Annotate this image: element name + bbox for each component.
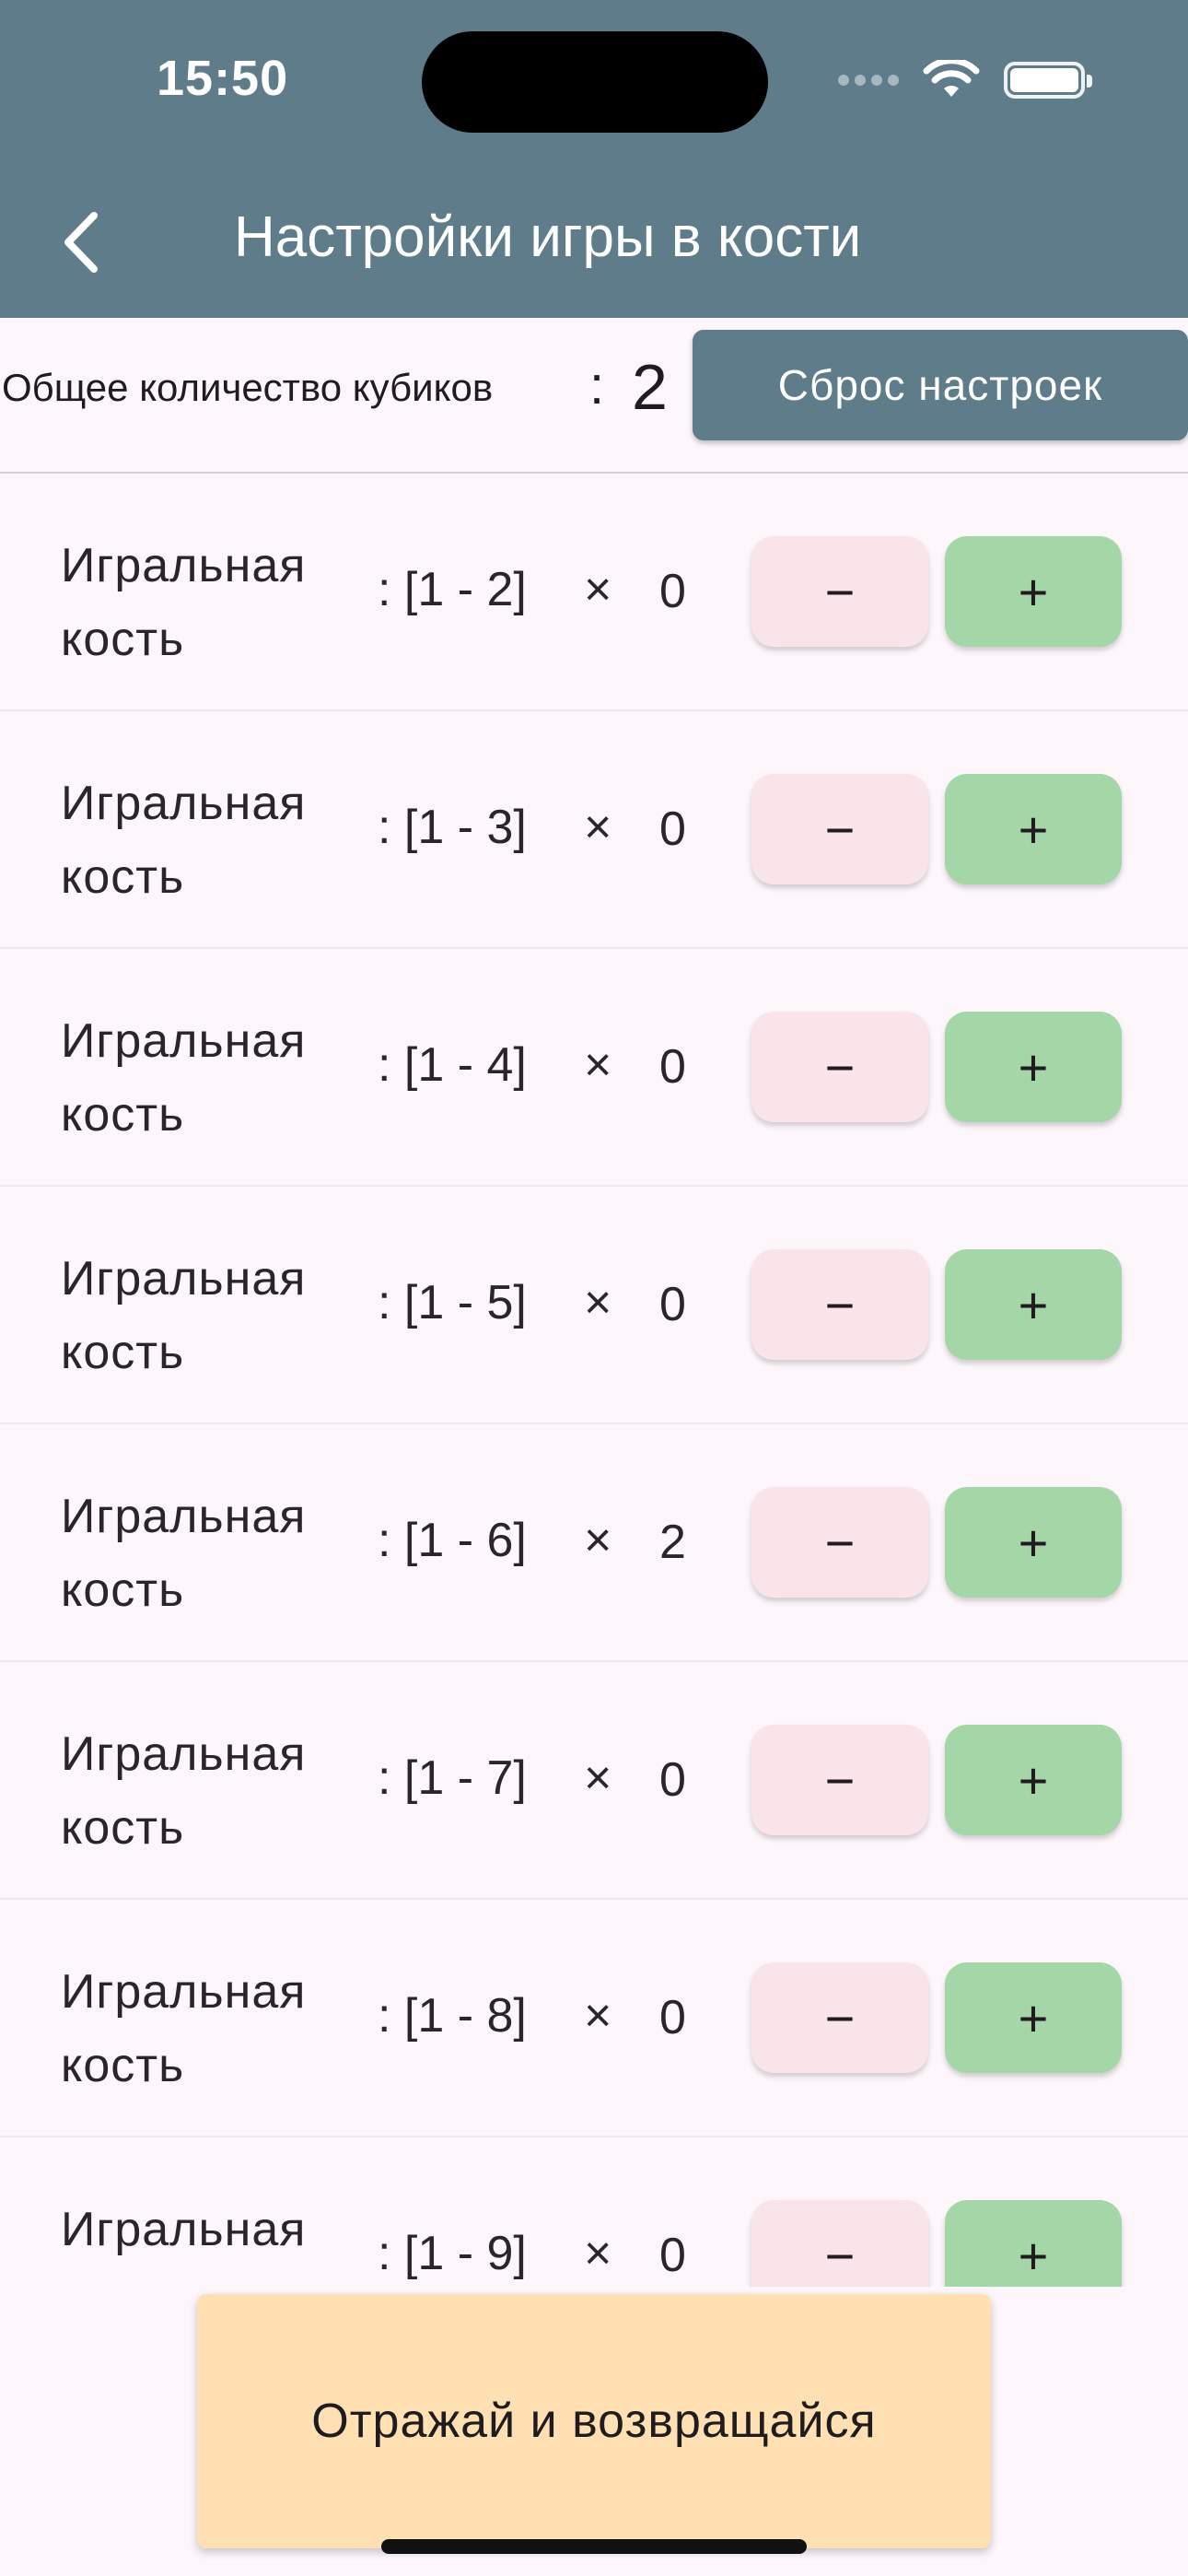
decrement-button[interactable]: − — [751, 1487, 928, 1598]
app-bar: 15:50 Настройки игры в кости — [0, 0, 1188, 318]
dice-count: 0 — [659, 802, 686, 856]
dice-range: : [1 - 2] — [378, 563, 527, 616]
increment-button[interactable]: + — [945, 1962, 1122, 2073]
decrement-button[interactable]: − — [751, 1962, 928, 2073]
dice-row: Игральнаякость : [1 - 9] × 0 − + — [0, 2137, 1188, 2287]
dice-label: Игральнаякость — [61, 1014, 307, 1142]
decrement-button[interactable]: − — [751, 536, 928, 647]
dice-list[interactable]: Игральная кость : [1 - 2] × 0 − + Игральн… — [0, 474, 1188, 2287]
times-sign: × — [584, 801, 612, 854]
chevron-left-icon — [64, 212, 98, 273]
dice-row: Игральная кость : [1 - 3] × 0 − + — [0, 711, 1188, 949]
decrement-button[interactable]: − — [751, 1249, 928, 1360]
increment-button[interactable]: + — [945, 1012, 1122, 1122]
dice-label: Игральнаякость — [61, 1490, 307, 1617]
increment-button[interactable]: + — [945, 774, 1122, 884]
dice-range: : [1 - 3] — [378, 801, 527, 854]
dice-count: 0 — [659, 1991, 686, 2044]
dice-count: 0 — [659, 1753, 686, 1807]
screen: 15:50 Настройки игры в кости Общее колич… — [0, 0, 1188, 2576]
decrement-button[interactable]: − — [751, 774, 928, 884]
decrement-button[interactable]: − — [751, 1012, 928, 1122]
total-dice-label: Общее количество кубиков — [2, 366, 494, 409]
battery-icon — [1004, 62, 1092, 99]
status-icons — [838, 57, 1092, 103]
times-sign: × — [584, 563, 612, 616]
dice-row: Игральная кость : [1 - 4] × 0 − + — [0, 949, 1188, 1187]
reflect-and-return-button[interactable]: Отражай и возвращайся — [197, 2294, 991, 2548]
dice-range: : [1 - 6] — [378, 1514, 527, 1567]
status-time: 15:50 — [157, 51, 289, 106]
decrement-button[interactable]: − — [751, 2200, 928, 2287]
home-indicator[interactable] — [381, 2539, 807, 2554]
dice-row: Игральная кость : [1 - 8] × 0 − + — [0, 1900, 1188, 2137]
dice-label: Игральнаякость — [61, 539, 307, 666]
dice-range: : [1 - 5] — [378, 1276, 527, 1329]
back-button[interactable] — [48, 201, 112, 284]
dice-row: Игральная кость : [1 - 7] × 0 − + — [0, 1662, 1188, 1900]
dice-range: : [1 - 7] — [378, 1751, 527, 1805]
dice-label: Игральнаякость — [61, 777, 307, 904]
dynamic-island — [422, 31, 768, 133]
dice-row: Игральная кость : [1 - 2] × 0 − + — [0, 474, 1188, 711]
dice-row: Игральная кость : [1 - 6] × 2 − + — [0, 1424, 1188, 1662]
decrement-button[interactable]: − — [751, 1725, 928, 1835]
times-sign: × — [584, 1751, 612, 1805]
dice-label: Игральнаякость — [61, 2203, 307, 2287]
signal-icon — [838, 75, 899, 86]
total-dice-count: 2 — [632, 351, 668, 423]
dice-count: 0 — [659, 2229, 686, 2282]
increment-button[interactable]: + — [945, 1249, 1122, 1360]
dice-count: 0 — [659, 1040, 686, 1094]
dice-range: : [1 - 9] — [378, 2227, 527, 2280]
increment-button[interactable]: + — [945, 1725, 1122, 1835]
dice-range: : [1 - 4] — [378, 1038, 527, 1092]
times-sign: × — [584, 1276, 612, 1329]
wifi-icon — [923, 60, 980, 97]
dice-count: 0 — [659, 1278, 686, 1331]
total-dice-colon: : — [589, 356, 605, 416]
reset-settings-button[interactable]: Сброс настроек — [693, 330, 1188, 440]
dice-count: 0 — [659, 565, 686, 618]
dice-row: Игральная кость : [1 - 5] × 0 − + — [0, 1187, 1188, 1424]
times-sign: × — [584, 1038, 612, 1092]
increment-button[interactable]: + — [945, 536, 1122, 647]
dice-range: : [1 - 8] — [378, 1989, 527, 2043]
dice-label: Игральнаякость — [61, 1252, 307, 1379]
dice-count: 2 — [659, 1516, 686, 1569]
dice-label: Игральнаякость — [61, 1727, 307, 1855]
page-title: Настройки игры в кости — [234, 205, 862, 269]
times-sign: × — [584, 1514, 612, 1567]
dice-label: Игральнаякость — [61, 1965, 307, 2092]
times-sign: × — [584, 2227, 612, 2280]
times-sign: × — [584, 1989, 612, 2043]
increment-button[interactable]: + — [945, 1487, 1122, 1598]
increment-button[interactable]: + — [945, 2200, 1122, 2287]
